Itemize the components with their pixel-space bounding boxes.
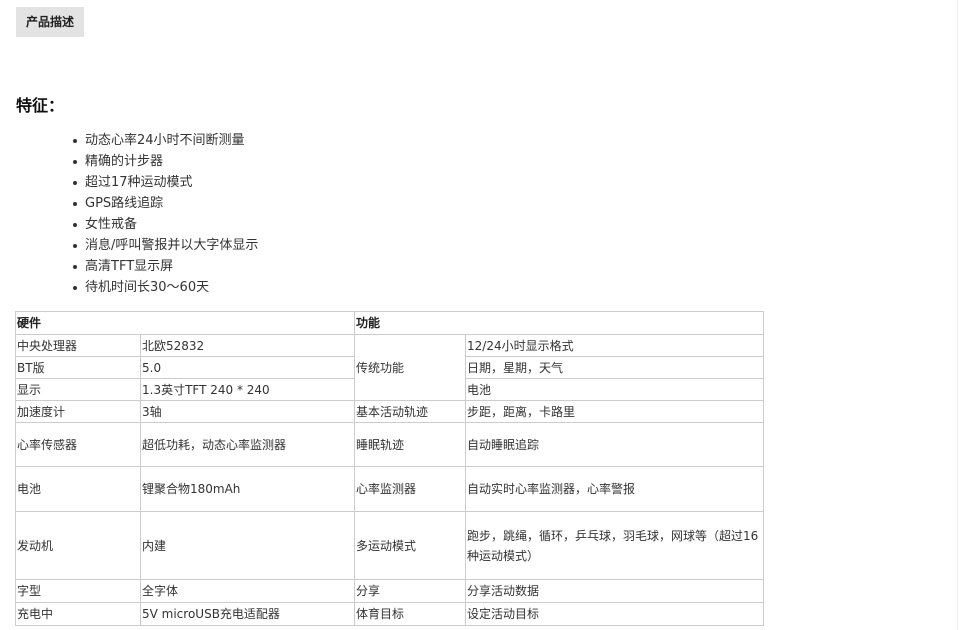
hardware-value-cell: 5.0 xyxy=(139,356,356,379)
page-edge-divider xyxy=(957,0,958,630)
hardware-label-cell: 发动机 xyxy=(15,511,141,580)
list-item: 动态心率24小时不间断测量 xyxy=(72,130,258,151)
hardware-value-cell: 锂聚合物180mAh xyxy=(139,466,356,512)
list-item: 女性戒备 xyxy=(72,214,258,235)
hardware-value-cell: 3轴 xyxy=(139,400,356,423)
function-value-cell: 电池 xyxy=(465,378,765,401)
function-label-cell: 多运动模式 xyxy=(354,511,467,580)
function-label-cell: 体育目标 xyxy=(354,602,467,626)
table-row: 中央处理器 北欧52832 传统功能 12/24小时显示格式 xyxy=(15,334,765,401)
table-row: 心率传感器 超低功耗，动态心率监测器 睡眠轨迹 自动睡眠追踪 xyxy=(15,422,765,467)
function-value-cell: 设定活动目标 xyxy=(465,602,765,626)
function-value-cell: 12/24小时显示格式 xyxy=(465,334,765,357)
table-row: 充电中 5V microUSB充电适配器 体育目标 设定活动目标 xyxy=(15,602,765,626)
hardware-value-cell: 超低功耗，动态心率监测器 xyxy=(139,422,356,467)
list-item: GPS路线追踪 xyxy=(72,193,258,214)
list-item: 精确的计步器 xyxy=(72,151,258,172)
table-row: 字型 全字体 分享 分享活动数据 xyxy=(15,579,765,603)
features-title: 特征： xyxy=(16,96,65,115)
spec-table: 硬件 功能 中央处理器 北欧52832 传统功能 12/24小时显示格式 BT版… xyxy=(14,311,765,626)
function-value-cell: 步距，距离，卡路里 xyxy=(465,400,765,423)
hardware-label-cell: 充电中 xyxy=(15,602,141,626)
list-item: 消息/呼叫警报并以大字体显示 xyxy=(72,235,258,256)
hardware-label-cell: 字型 xyxy=(15,579,141,603)
table-header-row: 硬件 功能 xyxy=(14,311,765,335)
function-label-cell: 睡眠轨迹 xyxy=(354,422,467,467)
table-row: 发动机 内建 多运动模式 跑步，跳绳，循环，乒乓球，羽毛球，网球等（超过16种运… xyxy=(15,511,765,580)
function-label-cell: 分享 xyxy=(354,579,467,603)
function-value-cell: 自动实时心率监测器，心率警报 xyxy=(465,466,765,512)
function-label-cell: 心率监测器 xyxy=(354,466,467,512)
function-value-cell: 自动睡眠追踪 xyxy=(465,422,765,467)
table-row: 电池 锂聚合物180mAh 心率监测器 自动实时心率监测器，心率警报 xyxy=(15,466,765,512)
function-label-cell: 传统功能 xyxy=(354,334,467,401)
list-item: 高清TFT显示屏 xyxy=(72,256,258,277)
hardware-label-cell: BT版 xyxy=(15,356,141,379)
hardware-header: 硬件 xyxy=(14,311,356,335)
function-value-cell: 跑步，跳绳，循环，乒乓球，羽毛球，网球等（超过16种运动模式） xyxy=(465,511,765,580)
hardware-label-cell: 电池 xyxy=(15,466,141,512)
hardware-label-cell: 显示 xyxy=(15,378,141,401)
hardware-label-cell: 心率传感器 xyxy=(15,422,141,467)
list-item: 待机时间长30～60天 xyxy=(72,277,258,298)
hardware-value-cell: 北欧52832 xyxy=(139,334,356,357)
hardware-label-cell: 加速度计 xyxy=(15,400,141,423)
function-label-cell: 基本活动轨迹 xyxy=(354,400,467,423)
hardware-value-cell: 全字体 xyxy=(139,579,356,603)
function-value-cell: 日期，星期，天气 xyxy=(465,356,765,379)
hardware-value-cell: 内建 xyxy=(139,511,356,580)
hardware-value-cell: 5V microUSB充电适配器 xyxy=(139,602,356,626)
tab-product-description[interactable]: 产品描述 xyxy=(16,7,84,37)
list-item: 超过17种运动模式 xyxy=(72,172,258,193)
function-header: 功能 xyxy=(354,311,765,335)
feature-list: 动态心率24小时不间断测量 精确的计步器 超过17种运动模式 GPS路线追踪 女… xyxy=(72,130,258,298)
hardware-label-cell: 中央处理器 xyxy=(15,334,141,357)
hardware-value-cell: 1.3英寸TFT 240 * 240 xyxy=(139,378,356,401)
table-row: 加速度计 3轴 基本活动轨迹 步距，距离，卡路里 xyxy=(15,400,765,423)
product-page: 产品描述 特征： 动态心率24小时不间断测量 精确的计步器 超过17种运动模式 … xyxy=(0,0,961,630)
function-value-cell: 分享活动数据 xyxy=(465,579,765,603)
